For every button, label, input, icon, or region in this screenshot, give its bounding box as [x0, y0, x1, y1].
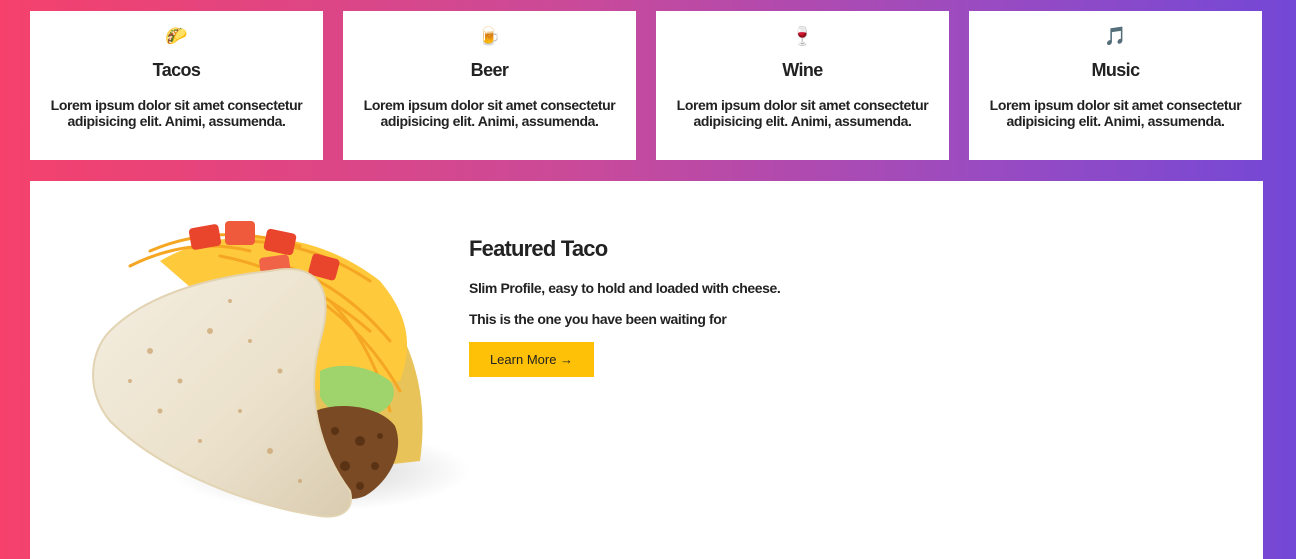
card-tacos: 🌮 Tacos Lorem ipsum dolor sit amet conse…: [30, 11, 323, 160]
taco-icon: 🌮: [165, 26, 188, 46]
card-music: 🎵 Music Lorem ipsum dolor sit amet conse…: [969, 11, 1262, 160]
card-text: Lorem ipsum dolor sit amet consectetur a…: [676, 97, 929, 129]
featured-section: Featured Taco Slim Profile, easy to hold…: [30, 181, 1263, 559]
wine-icon: 🍷: [791, 26, 814, 46]
featured-tagline: This is the one you have been waiting fo…: [469, 311, 727, 327]
featured-title: Featured Taco: [469, 236, 608, 261]
card-title: Music: [1091, 60, 1140, 80]
card-title: Tacos: [152, 60, 201, 80]
featured-description: Slim Profile, easy to hold and loaded wi…: [469, 280, 781, 296]
taco-image: [92, 221, 470, 518]
card-title: Beer: [470, 60, 509, 80]
card-beer: 🍺 Beer Lorem ipsum dolor sit amet consec…: [343, 11, 636, 160]
featured-content: Featured Taco Slim Profile, easy to hold…: [469, 236, 781, 377]
learn-more-button[interactable]: Learn More →: [469, 342, 594, 377]
card-title: Wine: [782, 60, 823, 80]
beer-icon: 🍺: [478, 26, 501, 46]
card-text: Lorem ipsum dolor sit amet consectetur a…: [50, 97, 303, 129]
card-wine: 🍷 Wine Lorem ipsum dolor sit amet consec…: [656, 11, 949, 160]
card-text: Lorem ipsum dolor sit amet consectetur a…: [363, 97, 616, 129]
card-text: Lorem ipsum dolor sit amet consectetur a…: [989, 97, 1242, 129]
music-note-icon: 🎵: [1104, 26, 1127, 46]
feature-cards: 🌮 Tacos Lorem ipsum dolor sit amet conse…: [30, 11, 1262, 160]
